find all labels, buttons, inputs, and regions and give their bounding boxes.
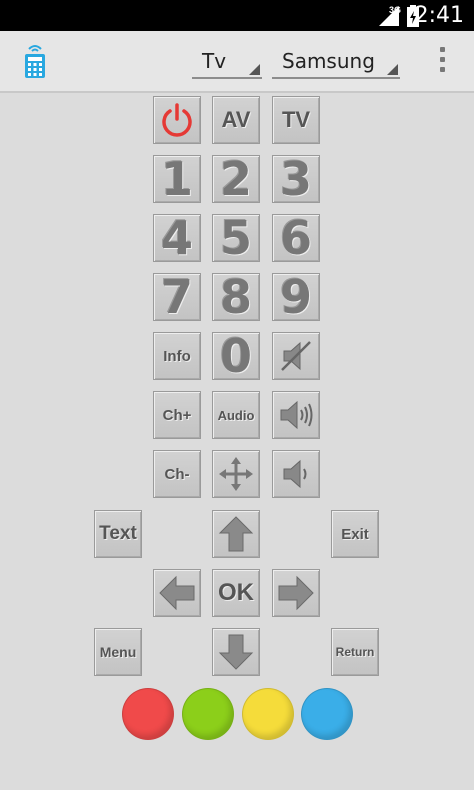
arrow-left-icon xyxy=(159,575,195,611)
channel-up-button[interactable]: Ch+ xyxy=(153,391,201,439)
volume-down-icon xyxy=(283,459,307,489)
device-type-spinner[interactable]: Tv xyxy=(192,45,262,79)
digit-7-button[interactable]: 7 xyxy=(153,273,201,321)
info-button[interactable]: Info xyxy=(153,332,201,380)
up-arrow-button[interactable] xyxy=(212,510,260,558)
blue-button[interactable] xyxy=(301,688,353,740)
mute-button[interactable] xyxy=(272,332,320,380)
digit-6-button[interactable]: 6 xyxy=(272,214,320,262)
menu-button[interactable]: Menu xyxy=(94,628,142,676)
power-icon xyxy=(162,103,192,137)
clock: 2:41 xyxy=(414,3,464,28)
digit-3-button[interactable]: 3 xyxy=(272,155,320,203)
tv-button[interactable]: TV xyxy=(272,96,320,144)
move-mode-button[interactable] xyxy=(212,450,260,498)
digit-8-button[interactable]: 8 xyxy=(212,273,260,321)
remote-app-icon[interactable] xyxy=(20,43,50,79)
spinner-arrow-icon xyxy=(387,64,398,75)
ok-button[interactable]: OK xyxy=(212,569,260,617)
digit-5-button[interactable]: 5 xyxy=(212,214,260,262)
exit-button[interactable]: Exit xyxy=(331,510,379,558)
red-button[interactable] xyxy=(122,688,174,740)
mute-icon xyxy=(281,341,311,371)
down-arrow-button[interactable] xyxy=(212,628,260,676)
power-button[interactable] xyxy=(153,96,201,144)
volume-down-button[interactable] xyxy=(272,450,320,498)
move-arrows-icon xyxy=(219,457,253,491)
digit-1-button[interactable]: 1 xyxy=(153,155,201,203)
audio-button[interactable]: Audio xyxy=(212,391,260,439)
arrow-down-icon xyxy=(218,634,254,670)
volume-up-icon xyxy=(280,400,313,430)
left-arrow-button[interactable] xyxy=(153,569,201,617)
digit-2-button[interactable]: 2 xyxy=(212,155,260,203)
action-bar: Tv Samsung xyxy=(0,31,474,93)
status-bar: 3G 2:41 xyxy=(0,0,474,31)
text-button[interactable]: Text xyxy=(94,510,142,558)
right-arrow-button[interactable] xyxy=(272,569,320,617)
digit-0-button[interactable]: 0 xyxy=(212,332,260,380)
brand-spinner[interactable]: Samsung xyxy=(272,45,400,79)
arrow-right-icon xyxy=(278,575,314,611)
yellow-button[interactable] xyxy=(242,688,294,740)
spinner-arrow-icon xyxy=(249,64,260,75)
overflow-menu-icon[interactable] xyxy=(440,47,446,77)
digit-9-button[interactable]: 9 xyxy=(272,273,320,321)
return-button[interactable]: Return xyxy=(331,628,379,676)
arrow-up-icon xyxy=(218,516,254,552)
digit-4-button[interactable]: 4 xyxy=(153,214,201,262)
brand-value: Samsung xyxy=(282,49,375,73)
av-button[interactable]: AV xyxy=(212,96,260,144)
channel-down-button[interactable]: Ch- xyxy=(153,450,201,498)
green-button[interactable] xyxy=(182,688,234,740)
volume-up-button[interactable] xyxy=(272,391,320,439)
device-type-value: Tv xyxy=(202,49,227,73)
signal-icon xyxy=(379,6,399,26)
